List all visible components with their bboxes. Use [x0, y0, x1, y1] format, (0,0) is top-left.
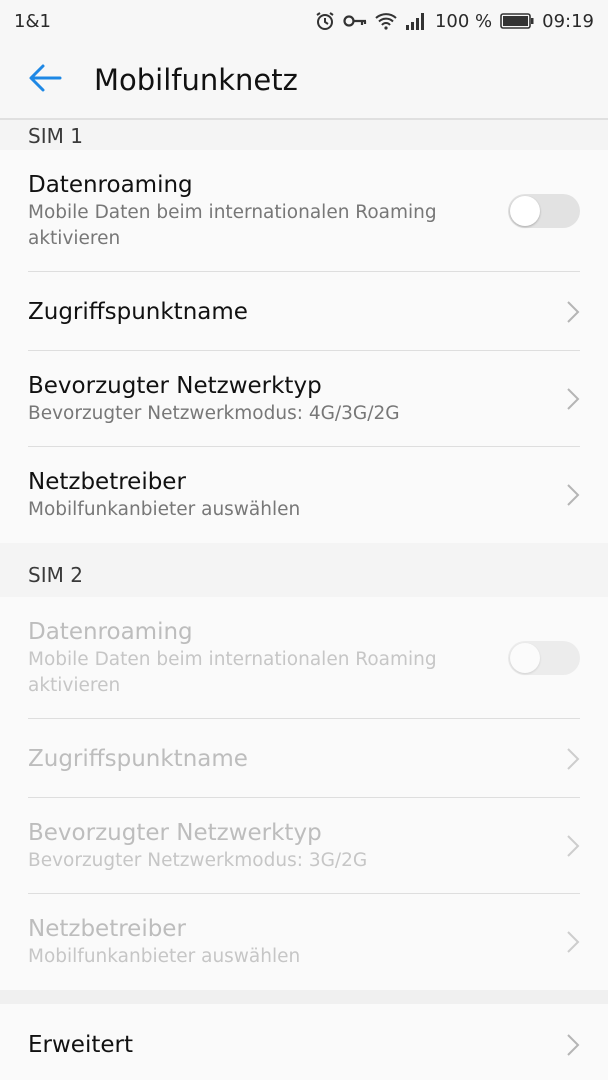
app-bar: Mobilfunknetz [0, 42, 608, 120]
sim2-data-roaming-toggle[interactable] [508, 641, 580, 675]
sim2-apn-title: Zugriffspunktname [28, 745, 248, 772]
sim1-group: Datenroaming Mobile Daten beim internati… [0, 150, 608, 543]
wifi-icon [375, 12, 397, 30]
alarm-icon [315, 11, 335, 31]
section-header-sim1: SIM 1 [0, 120, 608, 150]
sim1-apn-row[interactable]: Zugriffspunktname [0, 272, 608, 351]
status-bar: 1&1 100 % 09:19 [0, 0, 608, 42]
sim1-data-roaming-subtitle: Mobile Daten beim internationalen Roamin… [28, 202, 437, 249]
sim1-apn-title: Zugriffspunktname [28, 298, 248, 325]
sim2-operator-subtitle: Mobilfunkanbieter auswählen [28, 946, 301, 967]
sim2-network-type-subtitle: Bevorzugter Netzwerkmodus: 3G/2G [28, 850, 368, 871]
toggle-knob [510, 643, 540, 673]
sim1-data-roaming-title: Datenroaming [28, 172, 193, 198]
status-icons: 100 % 09:19 [315, 11, 594, 32]
key-icon [343, 14, 367, 28]
sim2-operator-title: Netzbetreiber [28, 916, 186, 942]
chevron-right-icon [567, 835, 580, 857]
chevron-right-icon [567, 1034, 580, 1056]
sim1-data-roaming-toggle[interactable] [508, 194, 580, 228]
sim1-operator-subtitle: Mobilfunkanbieter auswählen [28, 499, 301, 520]
sim2-operator-row[interactable]: Netzbetreiber Mobilfunkanbieter auswähle… [0, 894, 608, 990]
chevron-right-icon [567, 484, 580, 506]
advanced-title: Erweitert [28, 1032, 133, 1058]
sim1-operator-title: Netzbetreiber [28, 469, 186, 495]
battery-icon [500, 13, 534, 29]
section-spacer [0, 990, 608, 1004]
sim1-operator-row[interactable]: Netzbetreiber Mobilfunkanbieter auswähle… [0, 447, 608, 543]
sim2-data-roaming-subtitle: Mobile Daten beim internationalen Roamin… [28, 649, 437, 696]
clock: 09:19 [542, 10, 594, 32]
sim2-network-type-title: Bevorzugter Netzwerktyp [28, 820, 322, 846]
sim1-network-type-row[interactable]: Bevorzugter Netzwerktyp Bevorzugter Netz… [0, 351, 608, 447]
signal-icon [405, 12, 427, 30]
sim2-data-roaming-row[interactable]: Datenroaming Mobile Daten beim internati… [0, 597, 608, 719]
back-button[interactable] [0, 41, 94, 119]
sim1-network-type-subtitle: Bevorzugter Netzwerkmodus: 4G/3G/2G [28, 403, 400, 424]
page-title: Mobilfunknetz [94, 63, 298, 97]
advanced-group: Erweitert [0, 1004, 608, 1080]
battery-percent: 100 % [434, 10, 493, 32]
sim2-network-type-row[interactable]: Bevorzugter Netzwerktyp Bevorzugter Netz… [0, 798, 608, 894]
chevron-right-icon [567, 388, 580, 410]
section-header-sim2: SIM 2 [0, 543, 608, 597]
sim1-data-roaming-row[interactable]: Datenroaming Mobile Daten beim internati… [0, 150, 608, 272]
settings-list: SIM 1 Datenroaming Mobile Daten beim int… [0, 120, 608, 1080]
advanced-row[interactable]: Erweitert [0, 1004, 608, 1080]
chevron-right-icon [567, 931, 580, 953]
carrier-label: 1&1 [14, 10, 51, 32]
sim1-network-type-title: Bevorzugter Netzwerktyp [28, 373, 322, 399]
sim2-data-roaming-title: Datenroaming [28, 619, 193, 645]
sim2-group: Datenroaming Mobile Daten beim internati… [0, 597, 608, 990]
arrow-left-icon [28, 63, 62, 97]
chevron-right-icon [567, 300, 580, 323]
toggle-knob [510, 196, 540, 226]
chevron-right-icon [567, 747, 580, 770]
sim2-apn-row[interactable]: Zugriffspunktname [0, 719, 608, 798]
